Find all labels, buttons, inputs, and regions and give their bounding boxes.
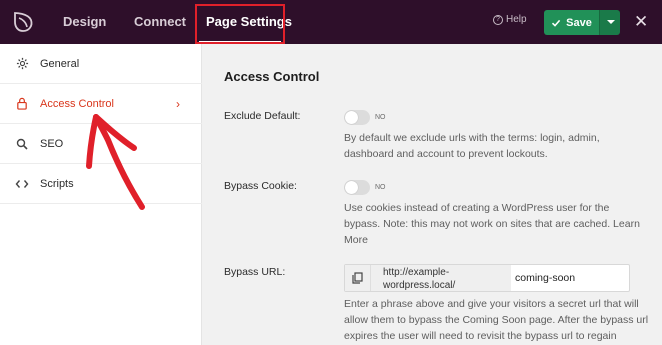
lock-icon [14, 96, 30, 112]
bypass-url-prefix: http://example-wordpress.local/ [371, 265, 511, 291]
gear-icon [14, 56, 30, 72]
bypass-cookie-toggle-text: NO [375, 184, 386, 191]
sidebar-item-general[interactable]: General [0, 44, 202, 84]
checkmark-icon [552, 19, 561, 27]
close-icon[interactable]: ✕ [634, 12, 648, 32]
access-control-panel: Access Control Exclude Default: NO By de… [203, 44, 662, 345]
exclude-default-label: Exclude Default: [224, 110, 301, 122]
sidebar-item-label: General [40, 57, 80, 70]
save-label: Save [566, 16, 592, 29]
bypass-url-field: http://example-wordpress.local/ [344, 264, 630, 292]
bypass-cookie-label: Bypass Cookie: [224, 180, 297, 192]
sidebar-item-seo[interactable]: SEO [0, 124, 202, 164]
bypass-cookie-help: Use cookies instead of creating a WordPr… [344, 202, 640, 246]
help-icon: ? [493, 14, 503, 25]
bypass-url-label: Bypass URL: [224, 266, 286, 278]
sidebar-item-label: Scripts [40, 177, 74, 190]
bypass-cookie-toggle[interactable] [344, 180, 370, 195]
copy-icon[interactable] [345, 265, 371, 291]
page-title: Access Control [224, 69, 320, 84]
sidebar-item-scripts[interactable]: Scripts [0, 164, 202, 204]
settings-sidebar: General Access Control › SEO Scripts [0, 44, 202, 345]
help-label: Help [506, 14, 527, 25]
save-options-dropdown-button[interactable] [599, 10, 620, 35]
sidebar-item-access-control[interactable]: Access Control › [0, 84, 202, 124]
help-link[interactable]: ? Help [493, 14, 527, 25]
exclude-default-toggle-text: NO [375, 114, 386, 121]
exclude-default-help: By default we exclude urls with the term… [344, 132, 600, 160]
tab-connect[interactable]: Connect [134, 0, 186, 44]
exclude-default-toggle[interactable] [344, 110, 370, 125]
bypass-url-input[interactable] [511, 265, 629, 291]
sidebar-item-label: Access Control [40, 97, 114, 110]
seedprod-logo-icon[interactable] [11, 10, 35, 34]
annotation-highlight-box [195, 4, 285, 44]
bypass-url-help: Enter a phrase above and give your visit… [344, 298, 649, 342]
chevron-right-icon: › [176, 96, 180, 111]
top-bar: Design Connect Page Settings ? Help Save… [0, 0, 662, 44]
tab-design[interactable]: Design [63, 0, 106, 44]
sidebar-item-label: SEO [40, 137, 64, 150]
search-icon [14, 136, 30, 152]
save-button[interactable]: Save [544, 10, 599, 35]
code-icon [14, 176, 30, 192]
